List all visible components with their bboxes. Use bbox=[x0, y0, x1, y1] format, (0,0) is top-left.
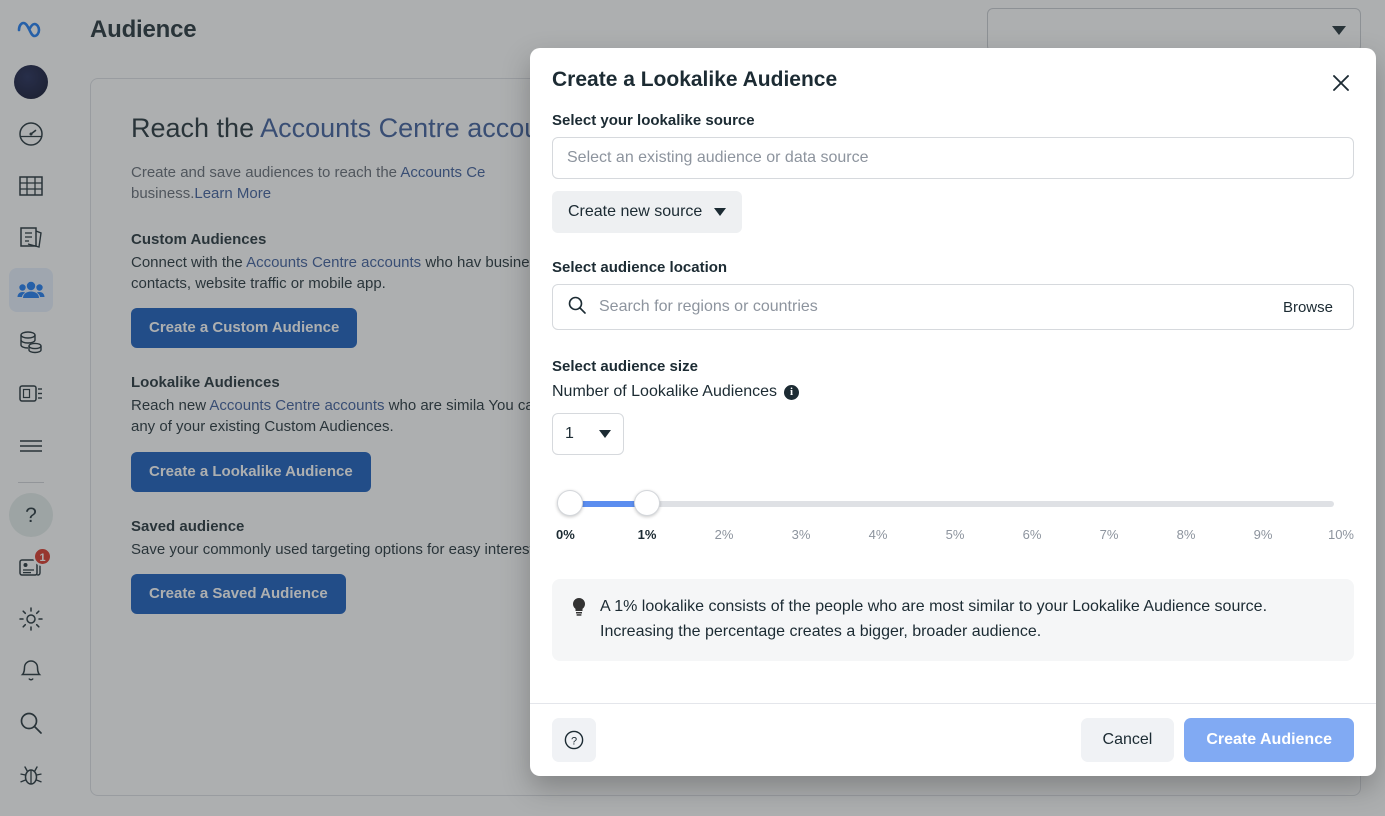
search-icon bbox=[567, 295, 587, 320]
create-new-source-label: Create new source bbox=[568, 203, 703, 220]
slider-track bbox=[572, 501, 1334, 507]
slider-tick: 6% bbox=[1022, 527, 1042, 542]
browse-button[interactable]: Browse bbox=[1271, 293, 1345, 322]
chevron-down-icon bbox=[599, 430, 611, 438]
create-lookalike-audience-dialog: Create a Lookalike Audience Select your … bbox=[530, 48, 1376, 776]
slider-tick-labels: 0% 1% 2% 3% 4% 5% 6% 7% 8% 9% 10% bbox=[556, 527, 1354, 547]
lookalike-info-note-text: A 1% lookalike consists of the people wh… bbox=[600, 598, 1268, 640]
info-icon[interactable]: i bbox=[784, 384, 800, 400]
audience-location-search[interactable]: Search for regions or countries Browse bbox=[552, 284, 1354, 330]
slider-tick: 9% bbox=[1253, 527, 1273, 542]
audience-size-slider[interactable]: 0% 1% 2% 3% 4% 5% 6% 7% 8% 9% 10% bbox=[556, 490, 1354, 549]
slider-handle-low[interactable] bbox=[557, 490, 583, 516]
slider-tick: 3% bbox=[791, 527, 811, 542]
dialog-header: Create a Lookalike Audience bbox=[530, 48, 1376, 96]
app-root: ? 1 Audience Reach the Accounts Centre a… bbox=[0, 0, 1385, 816]
chevron-down-icon bbox=[714, 208, 727, 216]
dialog-title: Create a Lookalike Audience bbox=[552, 68, 838, 91]
lightbulb-icon bbox=[570, 597, 588, 645]
slider-tick: 0% bbox=[556, 527, 575, 542]
audience-location-label: Select audience location bbox=[552, 259, 728, 276]
slider-tick: 10% bbox=[1327, 527, 1354, 542]
lookalike-source-label: Select your lookalike source bbox=[552, 112, 755, 129]
dialog-body: Select your lookalike source Select an e… bbox=[530, 96, 1376, 703]
lookalike-info-note: A 1% lookalike consists of the people wh… bbox=[552, 579, 1354, 661]
lookalike-count-value: 1 bbox=[565, 425, 574, 442]
svg-text:?: ? bbox=[571, 736, 577, 748]
lookalike-count-label-row: Number of Lookalike Audiences i bbox=[552, 383, 1354, 401]
cancel-button[interactable]: Cancel bbox=[1080, 718, 1175, 762]
audience-size-label: Select audience size bbox=[552, 358, 698, 375]
help-icon[interactable]: ? bbox=[552, 718, 596, 762]
create-new-source-button[interactable]: Create new source bbox=[552, 191, 743, 233]
slider-handle-high[interactable] bbox=[634, 490, 660, 516]
lookalike-count-label: Number of Lookalike Audiences bbox=[552, 383, 778, 400]
lookalike-source-input[interactable]: Select an existing audience or data sour… bbox=[552, 137, 1354, 179]
audience-location-placeholder: Search for regions or countries bbox=[599, 298, 818, 315]
create-audience-button[interactable]: Create Audience bbox=[1184, 718, 1354, 762]
footer-actions: Cancel Create Audience bbox=[1080, 718, 1354, 762]
slider-tick: 8% bbox=[1176, 527, 1196, 542]
slider-tick: 4% bbox=[868, 527, 888, 542]
dialog-footer: ? Cancel Create Audience bbox=[530, 703, 1376, 776]
slider-tick: 1% bbox=[637, 527, 657, 542]
slider-tick: 7% bbox=[1099, 527, 1119, 542]
close-icon[interactable] bbox=[1322, 64, 1360, 102]
lookalike-count-select[interactable]: 1 bbox=[552, 413, 624, 455]
lookalike-source-placeholder: Select an existing audience or data sour… bbox=[567, 149, 869, 166]
slider-tick: 2% bbox=[714, 527, 734, 542]
slider-tick: 5% bbox=[945, 527, 965, 542]
